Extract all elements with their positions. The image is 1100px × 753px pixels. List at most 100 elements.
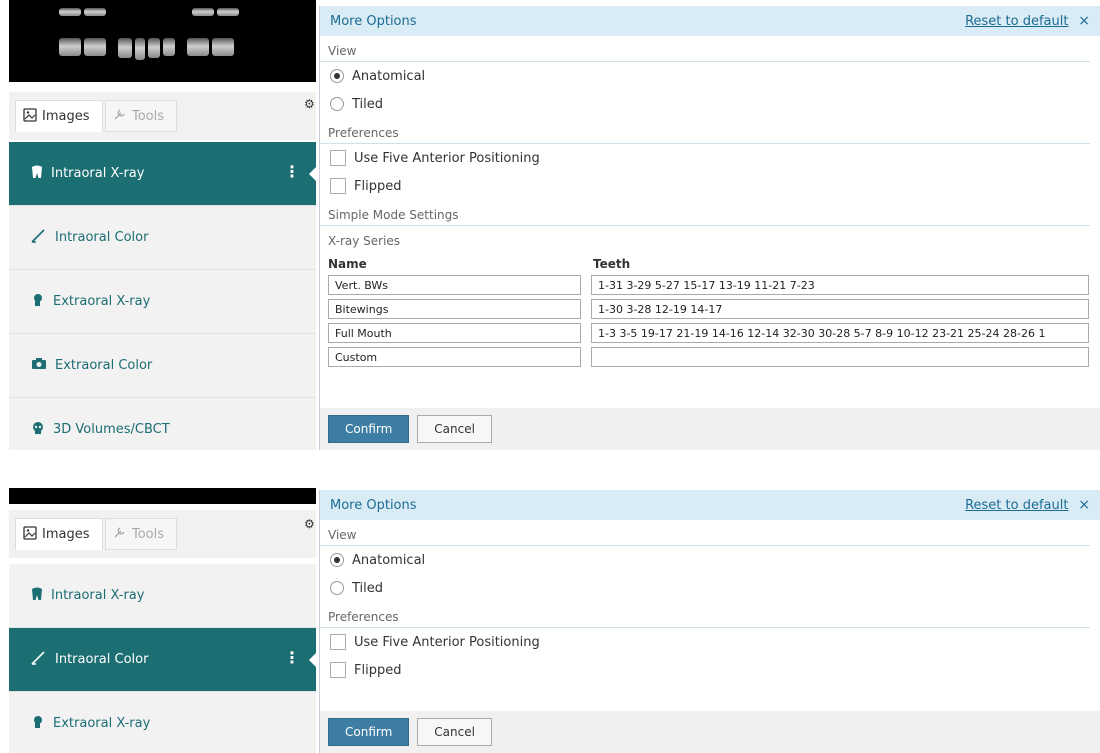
flipped-checkbox[interactable] <box>330 662 346 678</box>
five-anterior-label: Use Five Anterior Positioning <box>354 150 540 166</box>
anatomical-label: Anatomical <box>352 552 426 568</box>
tooth-icon <box>31 165 43 183</box>
anatomical-radio[interactable] <box>330 553 344 567</box>
left-tabs: Images Tools <box>9 510 316 558</box>
camera-icon <box>31 357 47 374</box>
wrench-icon <box>113 107 127 125</box>
pref-five-anterior[interactable]: Use Five Anterior Positioning <box>320 628 1100 656</box>
five-anterior-checkbox[interactable] <box>330 150 346 166</box>
image-icon <box>23 525 37 544</box>
preferences-section-label: Preferences <box>320 118 1090 144</box>
more-options-icon[interactable]: ⋮ <box>284 650 300 666</box>
series-name-input[interactable] <box>328 347 581 367</box>
five-anterior-label: Use Five Anterior Positioning <box>354 634 540 650</box>
tiled-radio[interactable] <box>330 97 344 111</box>
col-teeth-header: Teeth <box>593 257 631 271</box>
tiled-label: Tiled <box>352 580 384 596</box>
series-name-input[interactable] <box>328 275 581 295</box>
left-tabs: Images Tools <box>9 92 316 140</box>
anatomical-radio[interactable] <box>330 69 344 83</box>
series-teeth-input[interactable] <box>591 323 1089 343</box>
series-row <box>320 295 1100 319</box>
tab-tools[interactable]: Tools <box>105 100 177 132</box>
image-icon <box>23 107 37 126</box>
five-anterior-checkbox[interactable] <box>330 634 346 650</box>
dialog-title: More Options <box>330 497 417 513</box>
view-option-anatomical[interactable]: Anatomical <box>320 62 1100 90</box>
skull-icon <box>31 421 45 439</box>
wrench-icon <box>113 525 127 543</box>
dialog-header: More Options Reset to default × <box>320 6 1100 36</box>
reset-to-default-link[interactable]: Reset to default <box>965 14 1068 29</box>
dialog-header: More Options Reset to default × <box>320 490 1100 520</box>
view-option-tiled[interactable]: Tiled <box>320 574 1100 602</box>
series-row <box>320 271 1100 295</box>
view-section-label: View <box>320 520 1090 546</box>
menu-item-label: 3D Volumes/CBCT <box>53 422 170 437</box>
brush-icon <box>31 228 47 247</box>
series-teeth-input[interactable] <box>591 275 1089 295</box>
cancel-button[interactable]: Cancel <box>417 718 492 746</box>
tab-images[interactable]: Images <box>15 518 103 550</box>
more-options-icon[interactable]: ⋮ <box>284 164 300 180</box>
flipped-label: Flipped <box>354 178 402 194</box>
menu-item-intraoral-xray[interactable]: Intraoral X-ray ⋮ <box>9 142 317 206</box>
menu-item-3d-volumes[interactable]: 3D Volumes/CBCT <box>9 398 316 450</box>
tab-tools[interactable]: Tools <box>105 518 177 550</box>
cancel-button[interactable]: Cancel <box>417 415 492 443</box>
xray-teeth-top <box>59 8 239 16</box>
menu-item-intraoral-color[interactable]: Intraoral Color <box>9 206 316 270</box>
preferences-section-label: Preferences <box>320 602 1090 628</box>
flipped-checkbox[interactable] <box>330 178 346 194</box>
tiled-radio[interactable] <box>330 581 344 595</box>
tab-tools-label: Tools <box>132 526 165 542</box>
confirm-button[interactable]: Confirm <box>328 718 410 746</box>
menu-item-label: Extraoral X-ray <box>53 716 151 731</box>
pref-five-anterior[interactable]: Use Five Anterior Positioning <box>320 144 1100 172</box>
head-icon <box>31 293 45 311</box>
menu-item-label: Intraoral Color <box>55 652 149 667</box>
menu-item-intraoral-color[interactable]: Intraoral Color ⋮ <box>9 628 317 692</box>
tiled-label: Tiled <box>352 96 384 112</box>
gear-icon[interactable]: ⚙ <box>304 98 316 110</box>
series-name-input[interactable] <box>328 323 581 343</box>
view-option-anatomical[interactable]: Anatomical <box>320 546 1100 574</box>
series-row <box>320 343 1100 367</box>
menu-item-label: Intraoral X-ray <box>51 166 145 181</box>
image-type-menu: Intraoral X-ray Intraoral Color ⋮ Extrao… <box>9 564 317 753</box>
view-section-label: View <box>320 36 1090 62</box>
pref-flipped[interactable]: Flipped <box>320 656 1100 684</box>
menu-item-label: Extraoral Color <box>55 358 153 373</box>
menu-item-label: Intraoral Color <box>55 230 149 245</box>
xray-thumbnail[interactable] <box>9 488 316 504</box>
tooth-icon <box>31 587 43 605</box>
dialog-footer: Confirm Cancel <box>320 711 1100 753</box>
xray-thumbnail[interactable] <box>9 0 316 82</box>
xray-series-label: X-ray Series <box>328 234 401 248</box>
series-teeth-input[interactable] <box>591 299 1089 319</box>
head-icon <box>31 715 45 733</box>
menu-item-extraoral-xray[interactable]: Extraoral X-ray <box>9 270 316 334</box>
confirm-button[interactable]: Confirm <box>328 415 410 443</box>
close-icon[interactable]: × <box>1078 13 1090 29</box>
series-row <box>320 319 1100 343</box>
series-name-input[interactable] <box>328 299 581 319</box>
tab-images[interactable]: Images <box>15 100 103 132</box>
gear-icon[interactable]: ⚙ <box>304 518 316 530</box>
tab-images-label: Images <box>42 109 90 124</box>
menu-item-extraoral-xray[interactable]: Extraoral X-ray <box>9 692 316 753</box>
series-table-header: Name Teeth <box>320 251 1100 271</box>
col-name-header: Name <box>328 257 367 271</box>
screenshot-panel-1: Images Tools ⚙ Intraoral X-ray ⋮ Intraor… <box>0 0 1100 450</box>
menu-item-intraoral-xray[interactable]: Intraoral X-ray <box>9 564 316 628</box>
view-option-tiled[interactable]: Tiled <box>320 90 1100 118</box>
series-teeth-input[interactable] <box>591 347 1089 367</box>
reset-to-default-link[interactable]: Reset to default <box>965 498 1068 513</box>
flipped-label: Flipped <box>354 662 402 678</box>
more-options-dialog: More Options Reset to default × View Ana… <box>319 6 1100 450</box>
dialog-title: More Options <box>330 13 417 29</box>
screenshot-panel-2: Images Tools ⚙ Intraoral X-ray Intraoral… <box>0 488 1100 753</box>
close-icon[interactable]: × <box>1078 497 1090 513</box>
menu-item-extraoral-color[interactable]: Extraoral Color <box>9 334 316 398</box>
pref-flipped[interactable]: Flipped <box>320 172 1100 200</box>
